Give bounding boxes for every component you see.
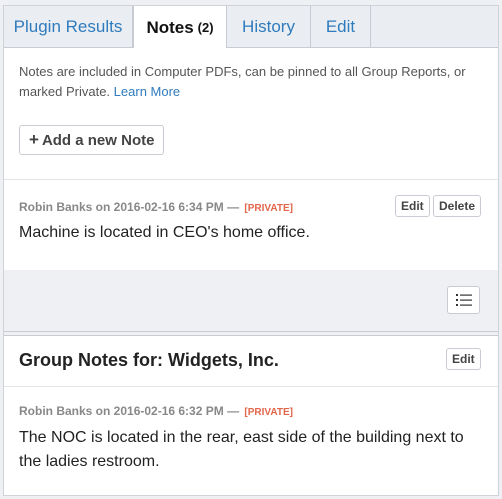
note-delete-button[interactable]: Delete [433,195,482,217]
notes-toolbar [4,270,498,332]
group-edit-label: Edit [452,352,475,366]
group-notes-panel: Group Notes for: Widgets, Inc. Edit Robi… [4,335,498,495]
tab-bar: Plugin Results Notes (2) History Edit [4,6,498,49]
notes-widget: Plugin Results Notes (2) History Edit No… [3,5,499,496]
add-note-button[interactable]: + Add a new Note [19,125,165,155]
notes-intro: Notes are included in Computer PDFs, can… [19,62,479,102]
notes-panel: Notes are included in Computer PDFs, can… [4,48,498,270]
group-note-author-date: Robin Banks on 2016-02-16 6:32 PM — [19,404,240,418]
notes-count-badge: (2) [197,20,214,35]
group-edit-button[interactable]: Edit [446,348,481,370]
tab-edit[interactable]: Edit [311,6,371,48]
notes-intro-text: Notes are included in Computer PDFs, can… [19,64,466,99]
tab-label: Plugin Results [13,17,123,36]
tab-label: History [242,17,295,36]
note-author-date: Robin Banks on 2016-02-16 6:34 PM — [19,200,240,214]
tab-label: Notes [146,17,194,37]
note-text: Machine is located in CEO's home office. [19,224,310,241]
group-notes-title: Group Notes for: Widgets, Inc. [19,350,279,370]
note-edit-button[interactable]: Edit [395,195,430,217]
list-view-button[interactable] [447,286,480,314]
divider [4,386,498,387]
learn-more-link[interactable]: Learn More [114,84,180,99]
add-note-label: Add a new Note [41,131,155,149]
plus-icon: + [29,130,39,149]
note-edit-label: Edit [401,199,424,213]
list-icon [455,294,472,306]
tab-history[interactable]: History [227,6,311,48]
note-meta: Robin Banks on 2016-02-16 6:34 PM — [PRI… [19,200,293,214]
group-note-text: The NOC is located in the rear, east sid… [19,429,464,470]
tab-notes[interactable]: Notes (2) [133,6,227,49]
group-note-meta: Robin Banks on 2016-02-16 6:32 PM — [PRI… [19,404,293,418]
tab-label: Edit [325,17,356,36]
private-tag: [PRIVATE] [244,203,293,214]
tab-plugin-results[interactable]: Plugin Results [4,6,133,48]
divider [4,179,498,180]
note-delete-label: Delete [439,199,476,213]
private-tag: [PRIVATE] [244,407,293,418]
